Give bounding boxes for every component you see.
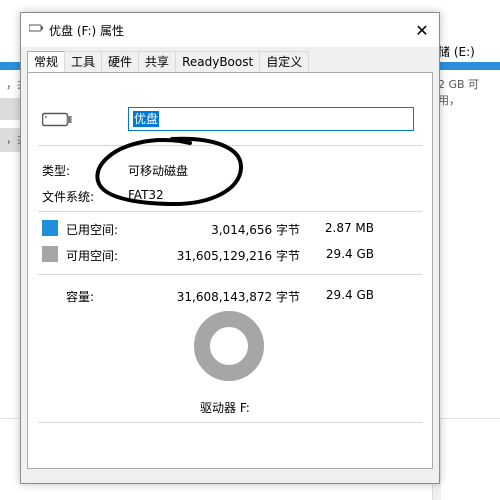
tab-tools[interactable]: 工具 bbox=[64, 51, 103, 73]
drive-letter-label: 驱动器 F: bbox=[200, 401, 250, 415]
capacity-bytes: 31,608,143,872 字节 bbox=[176, 290, 300, 304]
capacity-size: 29.4 GB bbox=[325, 288, 374, 302]
free-space-bytes: 31,605,129,216 字节 bbox=[176, 249, 300, 263]
used-space-size: 2.87 MB bbox=[324, 221, 374, 235]
tab-general[interactable]: 常规 bbox=[27, 51, 66, 74]
drive-e-usage-bar bbox=[433, 62, 500, 70]
type-label: 类型: bbox=[42, 164, 71, 178]
used-space-label: 已用空间: bbox=[66, 223, 119, 237]
filesystem-label: 文件系统: bbox=[42, 190, 95, 204]
divider bbox=[38, 211, 422, 212]
tab-hardware[interactable]: 硬件 bbox=[101, 51, 140, 73]
usb-drive-icon bbox=[29, 24, 43, 32]
dialog-title: 优盘 (F:) 属性 bbox=[49, 24, 125, 38]
free-space-label: 可用空间: bbox=[66, 249, 119, 263]
divider bbox=[38, 274, 422, 275]
tab-sharing[interactable]: 共享 bbox=[138, 51, 177, 73]
drive-e-free-text: 2 GB 可用， bbox=[438, 78, 480, 107]
usage-donut-chart bbox=[194, 311, 264, 381]
used-space-bytes: 3,014,656 字节 bbox=[211, 223, 300, 237]
free-space-size: 29.4 GB bbox=[325, 247, 374, 261]
hand-drawn-circle-annotation bbox=[95, 136, 244, 207]
properties-dialog: 优盘 (F:) 属性 ✕ 常规 工具 硬件 共享 ReadyBoost 自定义 … bbox=[20, 12, 440, 484]
donut-free-segment bbox=[194, 311, 264, 381]
tab-strip: 常规 工具 硬件 共享 ReadyBoost 自定义 bbox=[27, 51, 310, 74]
removable-drive-icon bbox=[42, 112, 72, 127]
general-tab-panel: 优盘 类型: 可移动磁盘 文件系统: FAT32 已用空间: 3,014,656… bbox=[27, 72, 433, 469]
drive-e-label: 储 (E:) bbox=[438, 45, 475, 59]
close-button[interactable]: ✕ bbox=[405, 13, 439, 47]
drive-name-input[interactable]: 优盘 bbox=[128, 107, 414, 131]
tab-customize[interactable]: 自定义 bbox=[259, 51, 310, 73]
free-space-swatch bbox=[42, 246, 58, 262]
drive-name-text: 优盘 bbox=[133, 111, 160, 127]
dialog-titlebar[interactable]: 优盘 (F:) 属性 ✕ bbox=[21, 13, 439, 47]
divider bbox=[38, 422, 422, 423]
capacity-label: 容量: bbox=[66, 290, 95, 304]
tab-readyboost[interactable]: ReadyBoost bbox=[175, 51, 261, 73]
close-icon: ✕ bbox=[415, 20, 429, 40]
used-space-swatch bbox=[42, 220, 58, 236]
explorer-drive-icon-c bbox=[0, 98, 22, 120]
